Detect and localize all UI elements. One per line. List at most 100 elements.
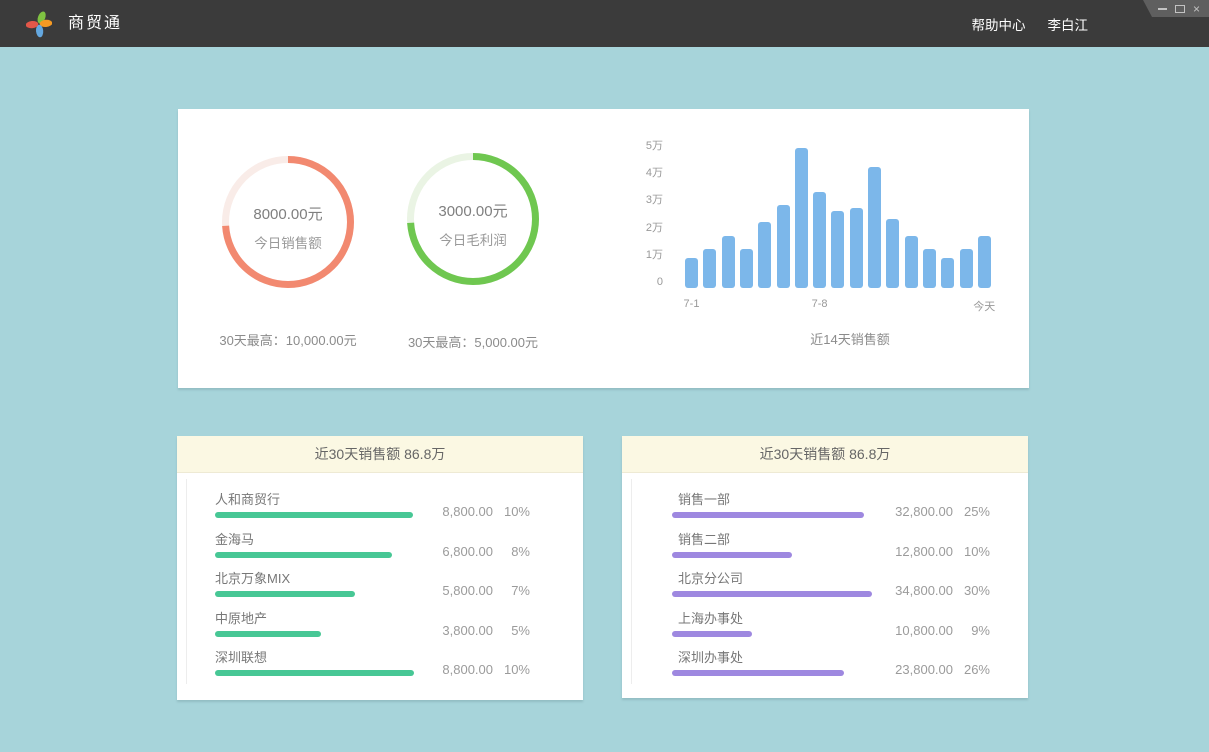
- today-profit-label: 今日毛利润: [439, 229, 507, 249]
- list-item: 金海马6,800.008%: [215, 529, 530, 569]
- progress-bar: [672, 591, 872, 597]
- row-percent: 7%: [493, 583, 530, 599]
- list-item: 深圳办事处23,800.0026%: [672, 647, 990, 687]
- progress-bar: [215, 552, 392, 558]
- today-sales-label: 今日销售额: [254, 232, 322, 252]
- row-amount: 5,800.00: [419, 583, 493, 599]
- sales-bar: [831, 211, 844, 288]
- row-amount: 32,800.00: [879, 504, 953, 520]
- app-window: 商贸通 帮助中心 李白江 × 8000.00元 今日销售额 30天最高：10,0…: [0, 0, 1209, 752]
- minimize-button[interactable]: [1158, 8, 1167, 10]
- user-menu[interactable]: 李白江: [1048, 14, 1089, 34]
- app-title: 商贸通: [68, 0, 122, 47]
- row-amount: 3,800.00: [419, 623, 493, 639]
- today-profit-value: 3000.00元: [438, 200, 507, 221]
- y-axis-tick: 4万: [623, 167, 663, 179]
- row-percent: 26%: [953, 662, 990, 678]
- progress-bar: [215, 670, 414, 676]
- today-profit-summary: 3000.00元 今日毛利润: [407, 153, 539, 285]
- panel-header: 近30天销售额 86.8万: [622, 436, 1028, 473]
- y-axis-tick: 0: [623, 276, 663, 288]
- sales-bar: [923, 249, 936, 288]
- sales-bar: [850, 208, 863, 288]
- title-bar: 商贸通 帮助中心 李白江 ×: [0, 0, 1209, 47]
- row-values: 8,800.0010%: [419, 504, 530, 520]
- row-amount: 10,800.00: [879, 623, 953, 639]
- row-values: 3,800.005%: [419, 623, 530, 639]
- progress-bar: [672, 512, 864, 518]
- panel-left-rule: [186, 479, 187, 684]
- list-item: 人和商贸行8,800.0010%: [215, 489, 530, 529]
- panel-left-rule: [631, 479, 632, 684]
- progress-bar: [672, 670, 844, 676]
- panel-body: 人和商贸行8,800.0010%金海马6,800.008%北京万象MIX5,80…: [177, 473, 583, 687]
- list-item: 销售二部12,800.0010%: [672, 529, 990, 569]
- sales-bar: [868, 167, 881, 288]
- close-button[interactable]: ×: [1193, 4, 1200, 14]
- row-percent: 8%: [493, 544, 530, 560]
- row-percent: 9%: [953, 623, 990, 639]
- row-percent: 10%: [493, 504, 530, 520]
- list-item: 上海办事处10,800.009%: [672, 608, 990, 648]
- y-axis-tick: 3万: [623, 194, 663, 206]
- progress-bar: [215, 631, 321, 637]
- sales-bar: [758, 222, 771, 288]
- maximize-button[interactable]: [1175, 5, 1185, 13]
- customer-sales-panel: 近30天销售额 86.8万 人和商贸行8,800.0010%金海马6,800.0…: [177, 436, 583, 700]
- list-item: 中原地产3,800.005%: [215, 608, 530, 648]
- row-percent: 25%: [953, 504, 990, 520]
- row-values: 23,800.0026%: [879, 662, 990, 678]
- row-percent: 5%: [493, 623, 530, 639]
- list-item: 深圳联想8,800.0010%: [215, 647, 530, 687]
- today-sales-value: 8000.00元: [253, 203, 322, 224]
- row-values: 5,800.007%: [419, 583, 530, 599]
- today-sales-donut: 8000.00元 今日销售额: [222, 156, 354, 288]
- row-amount: 6,800.00: [419, 544, 493, 560]
- panel-header: 近30天销售额 86.8万: [177, 436, 583, 473]
- sales-bar-chart: [685, 109, 1015, 288]
- sales-bar: [722, 236, 735, 288]
- list-item: 北京万象MIX5,800.007%: [215, 568, 530, 608]
- list-item: 北京分公司34,800.0030%: [672, 568, 990, 608]
- row-values: 6,800.008%: [419, 544, 530, 560]
- today-summary-card: 8000.00元 今日销售额 30天最高：10,000.00元 3000.00元…: [178, 109, 1029, 388]
- y-axis-tick: 2万: [623, 222, 663, 234]
- sales-bar: [960, 249, 973, 288]
- sales-bar: [795, 148, 808, 288]
- row-amount: 12,800.00: [879, 544, 953, 560]
- row-amount: 8,800.00: [419, 504, 493, 520]
- progress-bar: [672, 552, 792, 558]
- row-values: 8,800.0010%: [419, 662, 530, 678]
- row-values: 32,800.0025%: [879, 504, 990, 520]
- row-percent: 10%: [493, 662, 530, 678]
- sales-bar: [685, 258, 698, 288]
- sales-bar: [978, 236, 991, 288]
- sales-bar: [703, 249, 716, 288]
- sales-bar: [777, 205, 790, 288]
- progress-bar: [215, 512, 413, 518]
- profit-30day-max: 30天最高：5,000.00元: [343, 332, 603, 351]
- x-axis-tick: 7-8: [790, 298, 850, 310]
- row-amount: 8,800.00: [419, 662, 493, 678]
- department-sales-panel: 近30天销售额 86.8万 销售一部32,800.0025%销售二部12,800…: [622, 436, 1028, 698]
- topbar-menu: 帮助中心 李白江: [972, 0, 1089, 47]
- window-controls: ×: [1143, 0, 1209, 17]
- progress-bar: [672, 631, 752, 637]
- x-axis-tick: 今天: [954, 298, 1014, 314]
- today-profit-donut: 3000.00元 今日毛利润: [407, 153, 539, 285]
- y-axis-tick: 5万: [623, 140, 663, 152]
- row-percent: 30%: [953, 583, 990, 599]
- row-values: 12,800.0010%: [879, 544, 990, 560]
- row-amount: 23,800.00: [879, 662, 953, 678]
- y-axis-tick: 1万: [623, 249, 663, 261]
- row-values: 10,800.009%: [879, 623, 990, 639]
- row-amount: 34,800.00: [879, 583, 953, 599]
- progress-bar: [215, 591, 355, 597]
- app-logo-icon: [26, 10, 52, 38]
- sales-bar: [905, 236, 918, 288]
- sales-bar: [813, 192, 826, 288]
- sales-bar: [740, 249, 753, 288]
- sales-bar: [941, 258, 954, 288]
- today-sales-summary: 8000.00元 今日销售额: [222, 156, 354, 288]
- help-center-link[interactable]: 帮助中心: [972, 14, 1026, 34]
